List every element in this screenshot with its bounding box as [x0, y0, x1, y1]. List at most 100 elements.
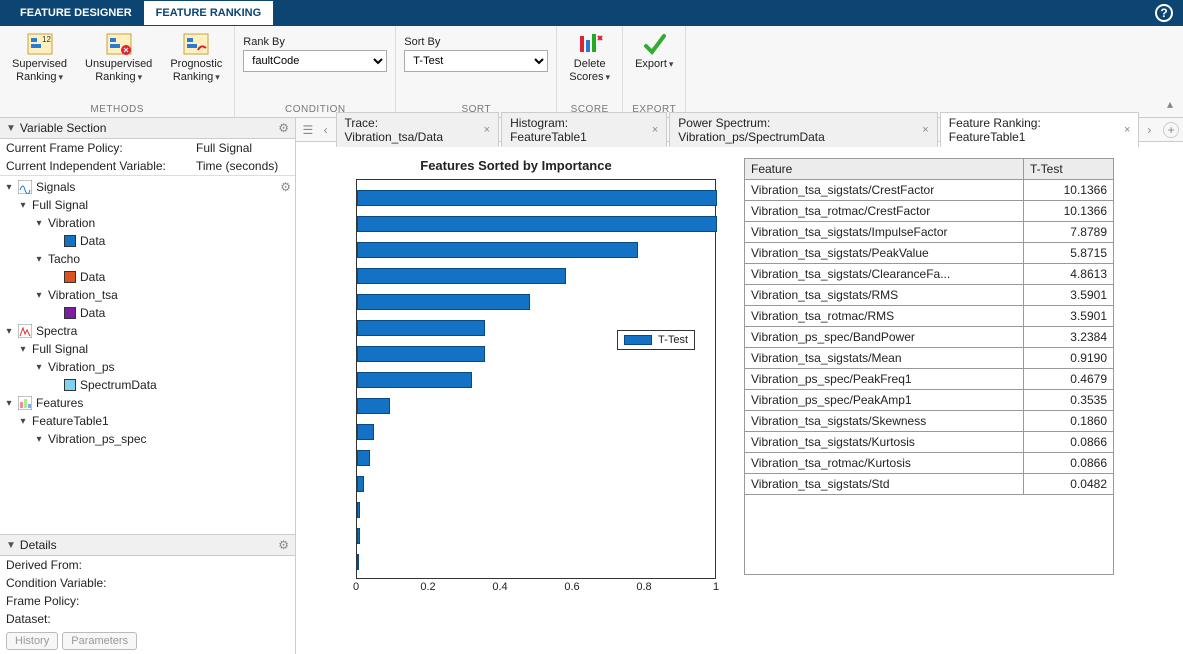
help-icon[interactable]: ?	[1155, 4, 1173, 22]
indep-var-value: Time (seconds)	[196, 159, 278, 173]
chart-bar	[357, 320, 485, 336]
cell-value: 3.2384	[1024, 327, 1114, 348]
feature-table: Feature T-Test Vibration_tsa_sigstats/Cr…	[744, 158, 1114, 638]
cell-feature: Vibration_tsa_sigstats/Mean	[745, 348, 1024, 369]
table-row[interactable]: Vibration_tsa_sigstats/Kurtosis0.0866	[745, 432, 1114, 453]
cell-value: 0.0482	[1024, 474, 1114, 495]
col-feature[interactable]: Feature	[745, 159, 1024, 180]
table-row[interactable]: Vibration_tsa_sigstats/Mean0.9190	[745, 348, 1114, 369]
table-row[interactable]: Vibration_tsa_sigstats/ImpulseFactor7.87…	[745, 222, 1114, 243]
table-row[interactable]: Vibration_ps_spec/PeakAmp10.3535	[745, 390, 1114, 411]
ribbon-collapse-icon[interactable]: ▴	[686, 26, 1183, 117]
tree-featuretable1[interactable]: ▾FeatureTable1	[0, 412, 295, 430]
table-row[interactable]: Vibration_tsa_rotmac/CrestFactor10.1366	[745, 201, 1114, 222]
cell-feature: Vibration_tsa_sigstats/ClearanceFa...	[745, 264, 1024, 285]
bar-chart: T-Test	[356, 179, 716, 579]
tree-features[interactable]: ▾Features	[0, 394, 295, 412]
xtick-label: 0.2	[420, 581, 435, 593]
tree-vibration-tsa[interactable]: ▾Vibration_tsa	[0, 286, 295, 304]
rankby-select[interactable]: faultCode	[243, 50, 387, 72]
cell-feature: Vibration_ps_spec/PeakAmp1	[745, 390, 1024, 411]
add-tab-icon[interactable]: +	[1163, 122, 1179, 138]
svg-text:12: 12	[42, 35, 51, 44]
close-icon[interactable]: ×	[652, 124, 658, 136]
cell-feature: Vibration_tsa_sigstats/RMS	[745, 285, 1024, 306]
cell-value: 5.8715	[1024, 243, 1114, 264]
xtick-label: 1	[713, 581, 719, 593]
tree-vibration-ps[interactable]: ▾Vibration_ps	[0, 358, 295, 376]
export-button[interactable]: Export▾	[631, 30, 677, 73]
variable-tree[interactable]: ▾Signals⚙ ▾Full Signal ▾Vibration Data ▾…	[0, 175, 295, 534]
gear-icon[interactable]: ⚙	[278, 538, 289, 552]
tree-vibration[interactable]: ▾Vibration	[0, 214, 295, 232]
table-row[interactable]: Vibration_ps_spec/PeakFreq10.4679	[745, 369, 1114, 390]
condition-variable: Condition Variable:	[0, 574, 295, 592]
cell-value: 0.4679	[1024, 369, 1114, 390]
frame-policy-label: Current Frame Policy:	[6, 141, 196, 155]
tab-next-icon[interactable]: ›	[1141, 123, 1157, 137]
delete-scores-button[interactable]: DeleteScores▾	[565, 30, 614, 86]
tab-feature-ranking[interactable]: FEATURE RANKING	[144, 1, 274, 25]
chart-bar	[357, 372, 472, 388]
chart-bar	[357, 554, 359, 570]
variable-section-header[interactable]: ▼ Variable Section ⚙	[0, 118, 295, 139]
parameters-button[interactable]: Parameters	[62, 632, 137, 650]
tree-tacho[interactable]: ▾Tacho	[0, 250, 295, 268]
history-button[interactable]: History	[6, 632, 58, 650]
rankby-label: Rank By	[243, 36, 387, 48]
tree-spectra[interactable]: ▾Spectra	[0, 322, 295, 340]
cell-value: 0.1860	[1024, 411, 1114, 432]
ribbon-group-score: DeleteScores▾ SCORE	[557, 26, 623, 117]
frame-policy-detail: Frame Policy:	[0, 592, 295, 610]
cell-feature: Vibration_tsa_sigstats/Kurtosis	[745, 432, 1024, 453]
cell-feature: Vibration_ps_spec/BandPower	[745, 327, 1024, 348]
frame-policy-value: Full Signal	[196, 141, 252, 155]
tree-spectrumdata[interactable]: SpectrumData	[0, 376, 295, 394]
tab-prev-icon[interactable]: ‹	[318, 123, 334, 137]
table-row[interactable]: Vibration_tsa_sigstats/CrestFactor10.136…	[745, 180, 1114, 201]
delete-scores-label: DeleteScores	[569, 58, 605, 83]
chart-bar	[357, 346, 485, 362]
details-header[interactable]: ▼Details⚙	[0, 535, 295, 556]
tree-vibration-data[interactable]: Data	[0, 232, 295, 250]
table-row[interactable]: Vibration_tsa_sigstats/Skewness0.1860	[745, 411, 1114, 432]
chart-bar	[357, 398, 390, 414]
tree-tacho-data[interactable]: Data	[0, 268, 295, 286]
cell-value: 4.8613	[1024, 264, 1114, 285]
table-row[interactable]: Vibration_tsa_sigstats/ClearanceFa...4.8…	[745, 264, 1114, 285]
tree-signals[interactable]: ▾Signals⚙	[0, 178, 295, 196]
document-tabstrip: ☰ ‹ Trace: Vibration_tsa/Data× Histogram…	[296, 118, 1183, 142]
cell-value: 3.5901	[1024, 285, 1114, 306]
table-row[interactable]: Vibration_tsa_sigstats/PeakValue5.8715	[745, 243, 1114, 264]
tab-menu-icon[interactable]: ☰	[300, 123, 316, 137]
tree-fullsignal2[interactable]: ▾Full Signal	[0, 340, 295, 358]
cell-feature: Vibration_tsa_sigstats/ImpulseFactor	[745, 222, 1024, 243]
cell-value: 3.5901	[1024, 306, 1114, 327]
table-row[interactable]: Vibration_tsa_rotmac/Kurtosis0.0866	[745, 453, 1114, 474]
table-row[interactable]: Vibration_ps_spec/BandPower3.2384	[745, 327, 1114, 348]
col-ttest[interactable]: T-Test	[1024, 159, 1114, 180]
supervised-ranking-button[interactable]: 12 SupervisedRanking▾	[8, 30, 71, 86]
unsupervised-ranking-button[interactable]: UnsupervisedRanking▾	[81, 30, 156, 86]
app-titlebar: FEATURE DESIGNER FEATURE RANKING ?	[0, 0, 1183, 26]
tree-fullsignal[interactable]: ▾Full Signal	[0, 196, 295, 214]
cell-value: 0.3535	[1024, 390, 1114, 411]
details-panel: ▼Details⚙ Derived From: Condition Variab…	[0, 534, 295, 654]
table-row[interactable]: Vibration_tsa_sigstats/RMS3.5901	[745, 285, 1114, 306]
table-row[interactable]: Vibration_tsa_sigstats/Std0.0482	[745, 474, 1114, 495]
table-row[interactable]: Vibration_tsa_rotmac/RMS3.5901	[745, 306, 1114, 327]
tab-feature-designer[interactable]: FEATURE DESIGNER	[8, 1, 144, 25]
close-icon[interactable]: ×	[1124, 124, 1130, 136]
cell-feature: Vibration_tsa_sigstats/CrestFactor	[745, 180, 1024, 201]
gear-icon[interactable]: ⚙	[278, 121, 289, 135]
close-icon[interactable]: ×	[922, 124, 928, 136]
chart-bar	[357, 216, 717, 232]
sortby-select[interactable]: T-Test	[404, 50, 548, 72]
prognostic-ranking-button[interactable]: PrognosticRanking▾	[166, 30, 226, 86]
cell-feature: Vibration_tsa_sigstats/Std	[745, 474, 1024, 495]
indep-var-label: Current Independent Variable:	[6, 159, 196, 173]
close-icon[interactable]: ×	[484, 124, 490, 136]
tree-vps-spec[interactable]: ▾Vibration_ps_spec	[0, 430, 295, 448]
ribbon-group-export: Export▾ EXPORT	[623, 26, 686, 117]
tree-vibration-tsa-data[interactable]: Data	[0, 304, 295, 322]
